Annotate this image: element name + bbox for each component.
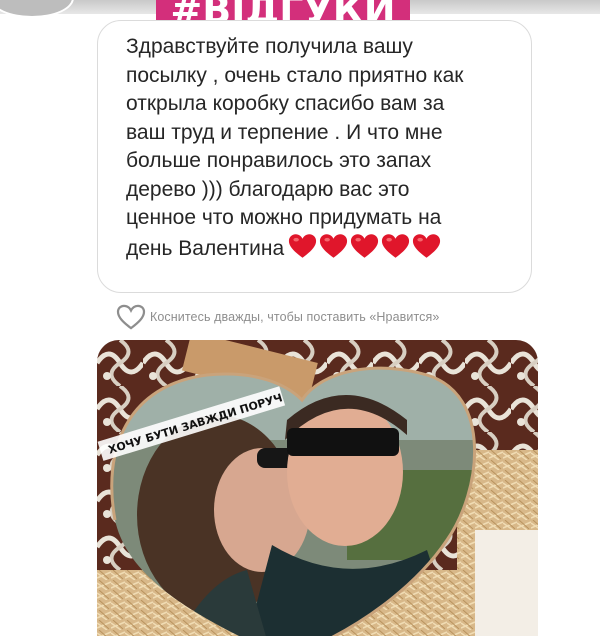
message-line: открыла коробку спасибо вам за xyxy=(126,92,445,115)
back-button[interactable] xyxy=(0,0,74,18)
message-line: Здравствуйте получила вашу xyxy=(126,35,413,58)
message-last-line: день Валентина xyxy=(126,233,511,268)
heart-icon xyxy=(351,233,379,258)
like-hint-text: Коснитесь дважды, чтобы поставить «Нрави… xyxy=(150,310,440,324)
heart-icon xyxy=(413,233,441,258)
heart-emoji-row xyxy=(288,233,443,268)
heart-icon xyxy=(382,233,410,258)
heart-icon xyxy=(289,233,317,258)
message-line: посылку , очень стало приятно как xyxy=(126,63,464,87)
heart-icon xyxy=(320,233,348,258)
message-line: ваш труд и терпение . И что мне xyxy=(126,120,443,144)
message-bubble: Здравствуйте получила вашу посылку , оче… xyxy=(97,20,532,293)
heart-outline-icon[interactable] xyxy=(116,304,146,330)
message-line: больше понравилось это запах xyxy=(126,149,432,172)
message-line: день Валентина xyxy=(126,236,285,260)
gift-photo: ХОЧУ БУТИ ЗАВЖДИ ПОРУЧ xyxy=(97,340,538,636)
photo-attachment[interactable]: ХОЧУ БУТИ ЗАВЖДИ ПОРУЧ xyxy=(97,340,538,636)
message-line: дерево ))) благодарю вас это xyxy=(126,177,410,201)
message-line: ценное что можно придумать на xyxy=(126,206,442,229)
double-tap-like-hint[interactable]: Коснитесь дважды, чтобы поставить «Нрави… xyxy=(116,304,439,330)
